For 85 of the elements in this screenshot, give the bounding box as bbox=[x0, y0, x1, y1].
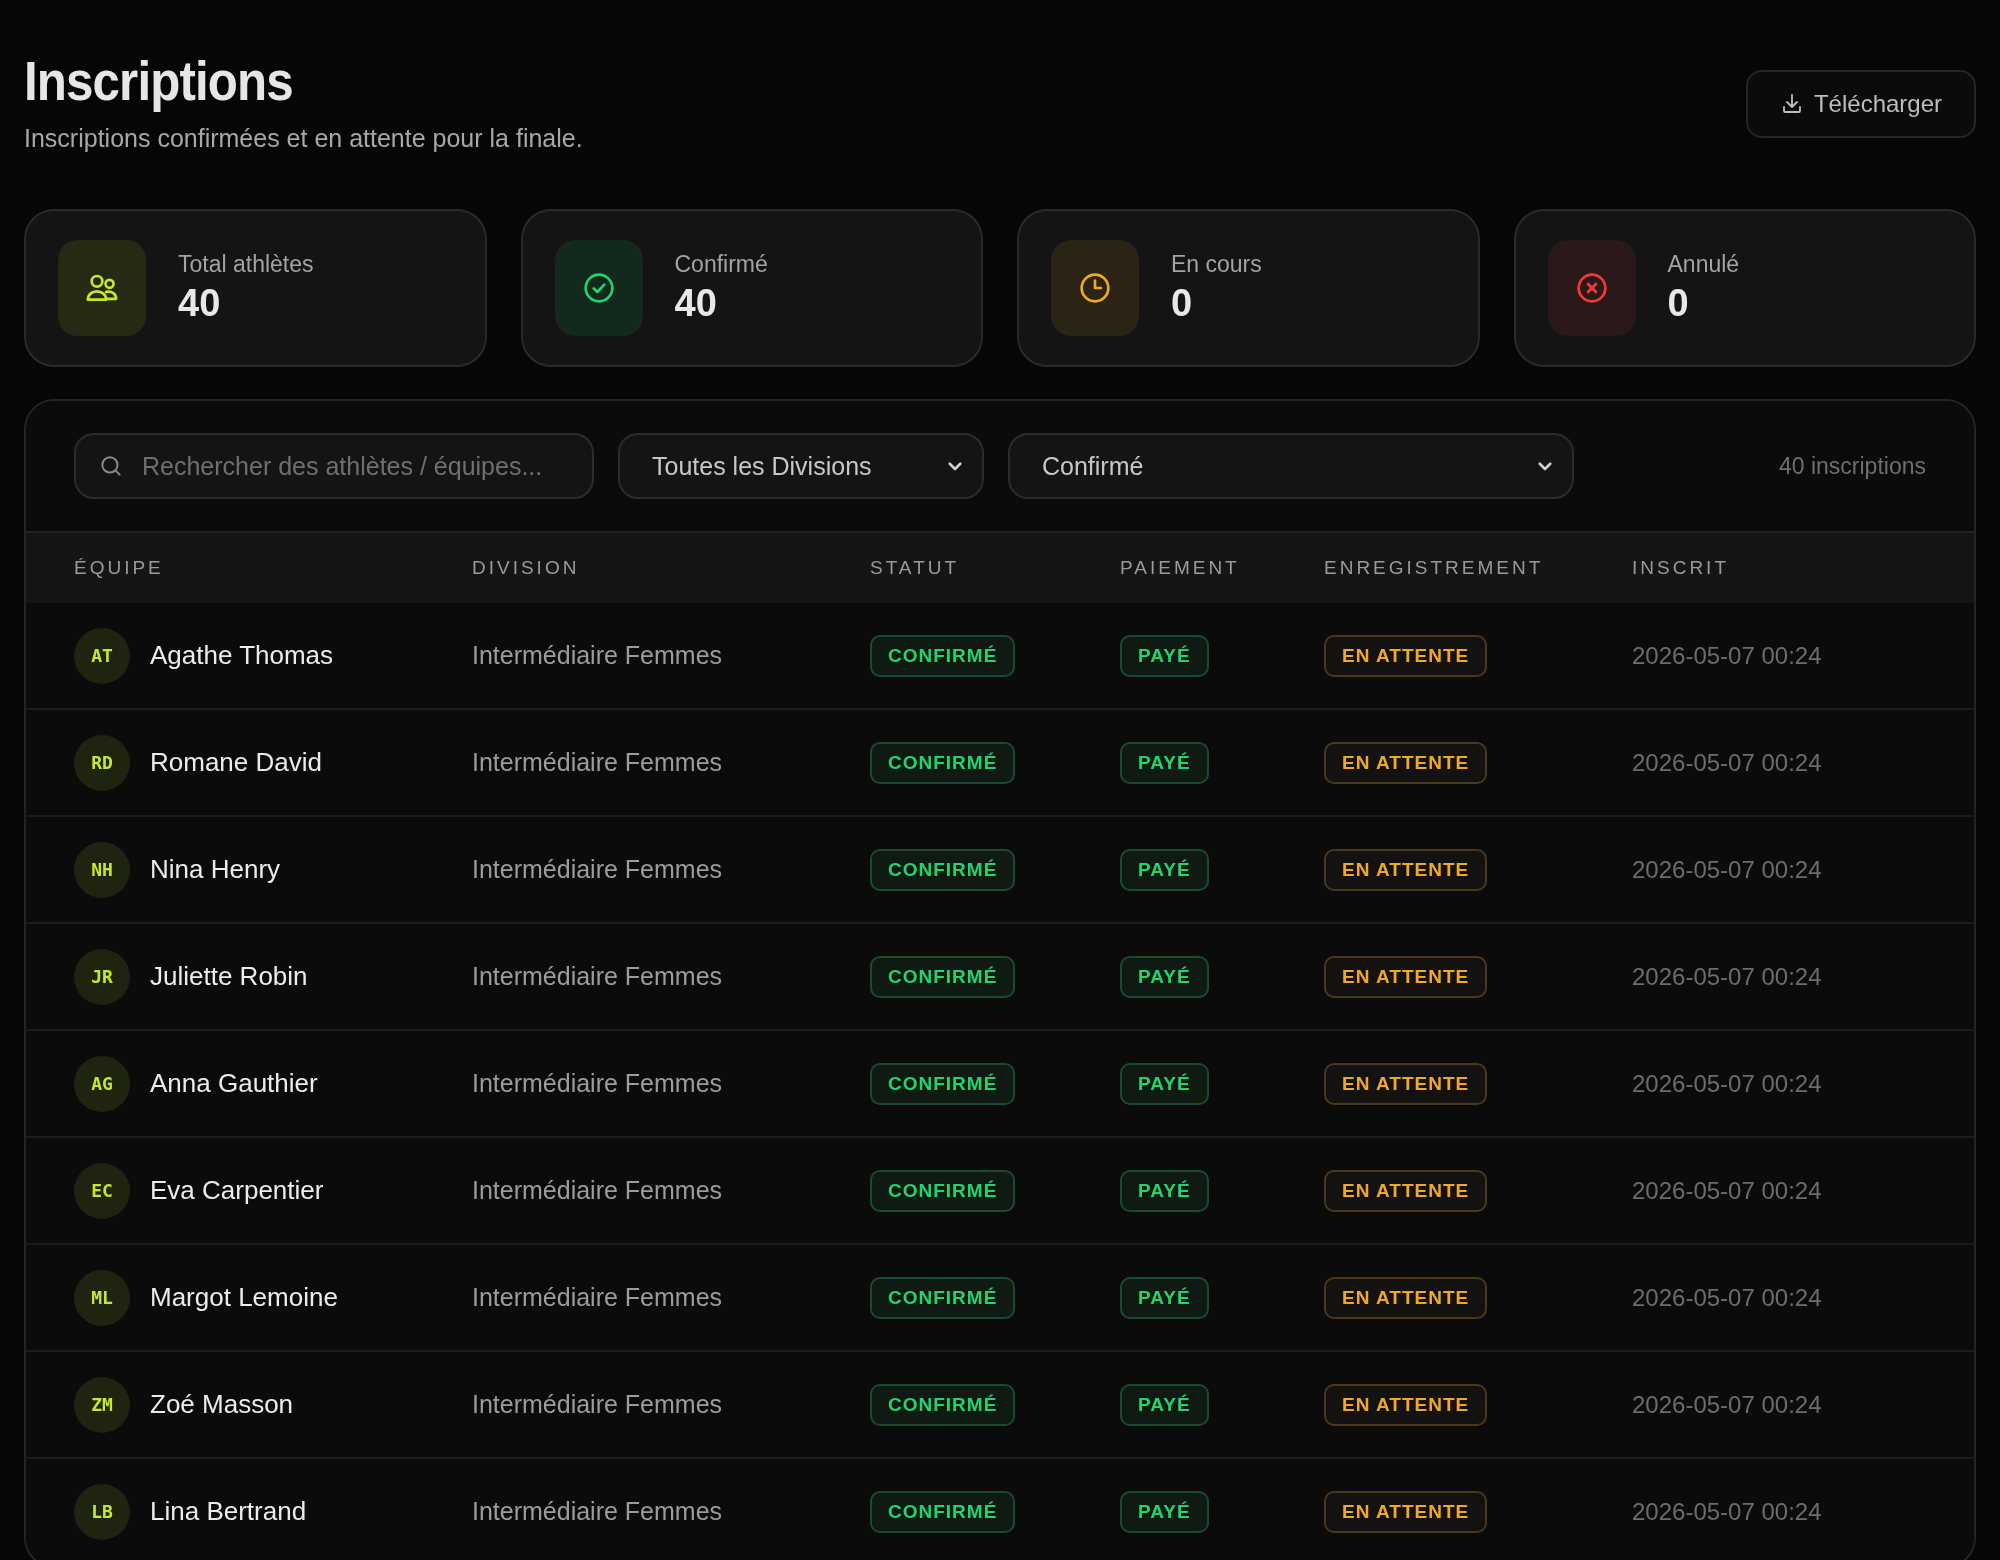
initials-avatar: AT bbox=[74, 627, 130, 684]
status-badge: CONFIRMÉ bbox=[870, 1169, 1016, 1212]
registered-date: 2026-05-07 00:24 bbox=[1632, 962, 1822, 990]
initials-avatar: JR bbox=[74, 948, 130, 1005]
checkin-badge: EN ATTENTE bbox=[1324, 1490, 1488, 1533]
registered-date: 2026-05-07 00:24 bbox=[1632, 1390, 1822, 1418]
checkin-badge: EN ATTENTE bbox=[1324, 955, 1488, 998]
column-header: PAIEMENT bbox=[1120, 533, 1324, 603]
payment-badge: PAYÉ bbox=[1120, 741, 1209, 784]
status-badge: CONFIRMÉ bbox=[870, 634, 1016, 677]
division-dropdown[interactable]: Toutes les Divisions bbox=[618, 433, 984, 499]
page-subtitle: Inscriptions confirmées et en attente pour la finale. bbox=[24, 124, 583, 153]
registered-date: 2026-05-07 00:24 bbox=[1632, 748, 1822, 776]
athlete-name: Lina Bertrand bbox=[150, 1496, 307, 1527]
athlete-name: Eva Carpentier bbox=[150, 1175, 324, 1206]
status-badge: CONFIRMÉ bbox=[870, 955, 1016, 998]
stat-value: 0 bbox=[1171, 282, 1194, 325]
initials-avatar: NH bbox=[74, 841, 130, 898]
athlete-name: Agathe Thomas bbox=[150, 640, 334, 671]
initials-avatar: LB bbox=[74, 1483, 130, 1540]
payment-badge: PAYÉ bbox=[1120, 1383, 1209, 1426]
status-badge: CONFIRMÉ bbox=[870, 1383, 1016, 1426]
column-header: ENREGISTREMENT bbox=[1324, 533, 1632, 603]
initials-avatar: RD bbox=[74, 734, 130, 791]
page-title: Inscriptions bbox=[24, 48, 294, 114]
athlete-name: Romane David bbox=[150, 747, 322, 778]
stat-label: En cours bbox=[1171, 251, 1262, 278]
initials-avatar: ZM bbox=[74, 1376, 130, 1433]
stat-label: Annulé bbox=[1667, 251, 1740, 278]
stat-value: 40 bbox=[674, 282, 718, 325]
payment-badge: PAYÉ bbox=[1120, 1276, 1209, 1319]
column-header: STATUT bbox=[870, 533, 1120, 603]
division-text: Intermédiaire Femmes bbox=[472, 748, 723, 776]
checkin-badge: EN ATTENTE bbox=[1324, 848, 1488, 891]
payment-badge: PAYÉ bbox=[1120, 955, 1209, 998]
column-header: ÉQUIPE bbox=[26, 533, 472, 603]
result-count: 40 inscriptions bbox=[1778, 452, 1926, 480]
stat-value: 0 bbox=[1667, 282, 1690, 325]
registered-date: 2026-05-07 00:24 bbox=[1632, 1283, 1822, 1311]
division-text: Intermédiaire Femmes bbox=[472, 641, 723, 669]
column-header: DIVISION bbox=[472, 533, 870, 603]
division-text: Intermédiaire Femmes bbox=[472, 1497, 723, 1525]
checkin-badge: EN ATTENTE bbox=[1324, 1276, 1488, 1319]
registered-date: 2026-05-07 00:24 bbox=[1632, 1497, 1822, 1525]
registered-date: 2026-05-07 00:24 bbox=[1632, 1069, 1822, 1097]
division-text: Intermédiaire Femmes bbox=[472, 855, 723, 883]
athlete-name: Margot Lemoine bbox=[150, 1282, 338, 1313]
status-badge: CONFIRMÉ bbox=[870, 848, 1016, 891]
status-dropdown[interactable]: Confirmé bbox=[1008, 433, 1574, 499]
checkin-badge: EN ATTENTE bbox=[1324, 1169, 1488, 1212]
registered-date: 2026-05-07 00:24 bbox=[1632, 1176, 1822, 1204]
payment-badge: PAYÉ bbox=[1120, 1169, 1209, 1212]
athlete-name: Anna Gauthier bbox=[150, 1068, 318, 1099]
athlete-name: Nina Henry bbox=[150, 854, 281, 885]
search-field[interactable]: Rechercher des athlètes / équipes... bbox=[74, 433, 594, 499]
stat-value: 40 bbox=[178, 282, 222, 325]
division-text: Intermédiaire Femmes bbox=[472, 962, 723, 990]
division-text: Intermédiaire Femmes bbox=[472, 1176, 723, 1204]
download-button[interactable]: Télécharger bbox=[1745, 70, 1976, 138]
division-text: Intermédiaire Femmes bbox=[472, 1283, 723, 1311]
column-header: INSCRIT bbox=[1632, 533, 1974, 603]
payment-badge: PAYÉ bbox=[1120, 1062, 1209, 1105]
athlete-name: Juliette Robin bbox=[150, 961, 308, 992]
stat-label: Confirmé bbox=[674, 251, 768, 278]
registered-date: 2026-05-07 00:24 bbox=[1632, 855, 1822, 883]
checkin-badge: EN ATTENTE bbox=[1324, 634, 1488, 677]
status-badge: CONFIRMÉ bbox=[870, 1276, 1016, 1319]
search-icon bbox=[98, 453, 124, 479]
division-text: Intermédiaire Femmes bbox=[472, 1390, 723, 1418]
initials-avatar: EC bbox=[74, 1162, 130, 1219]
status-badge: CONFIRMÉ bbox=[870, 1490, 1016, 1533]
payment-badge: PAYÉ bbox=[1120, 1490, 1209, 1533]
athlete-name: Zoé Masson bbox=[150, 1389, 294, 1420]
checkin-badge: EN ATTENTE bbox=[1324, 741, 1488, 784]
status-badge: CONFIRMÉ bbox=[870, 741, 1016, 784]
registered-date: 2026-05-07 00:24 bbox=[1632, 641, 1822, 669]
checkin-badge: EN ATTENTE bbox=[1324, 1383, 1488, 1426]
payment-badge: PAYÉ bbox=[1120, 634, 1209, 677]
status-badge: CONFIRMÉ bbox=[870, 1062, 1016, 1105]
checkin-badge: EN ATTENTE bbox=[1324, 1062, 1488, 1105]
division-text: Intermédiaire Femmes bbox=[472, 1069, 723, 1097]
payment-badge: PAYÉ bbox=[1120, 848, 1209, 891]
initials-avatar: AG bbox=[74, 1055, 130, 1112]
initials-avatar: ML bbox=[74, 1269, 130, 1326]
stat-label: Total athlètes bbox=[178, 251, 314, 278]
